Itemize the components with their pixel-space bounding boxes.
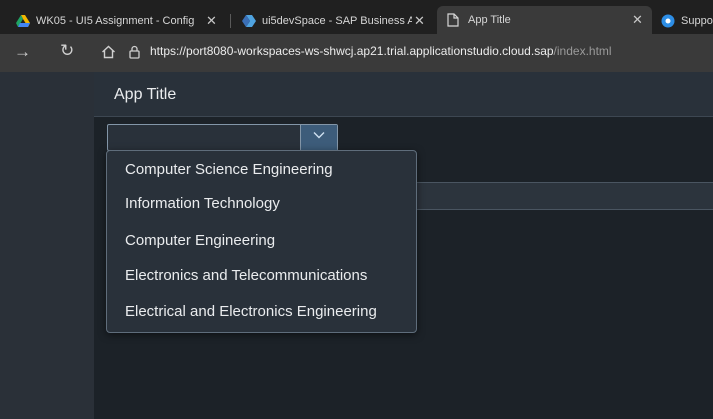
home-icon[interactable]: [101, 45, 116, 59]
tab-title: WK05 - UI5 Assignment - Config: [36, 14, 195, 27]
browser-tab-active[interactable]: App Title ✕: [437, 6, 652, 34]
support-icon: [661, 14, 675, 27]
list-item[interactable]: Information Technology: [125, 195, 280, 212]
side-panel: [0, 72, 94, 419]
close-icon[interactable]: ✕: [632, 12, 643, 28]
browser-tab[interactable]: WK05 - UI5 Assignment - Config ✕: [6, 7, 232, 34]
lock-icon[interactable]: [129, 45, 140, 59]
browser-toolbar: → ↻ https://port8080-workspaces-ws-shwcj…: [0, 34, 713, 72]
list-item[interactable]: Electrical and Electronics Engineering: [125, 303, 377, 320]
tab-title: App Title: [468, 14, 511, 26]
browser-tab[interactable]: ui5devSpace - SAP Business App ✕: [234, 7, 434, 34]
dropdown-list: Computer Science Engineering Information…: [106, 150, 417, 333]
url-host: https://port8080-workspaces-ws-shwcj.ap2…: [150, 44, 554, 58]
browser-tab[interactable]: Suppo: [655, 7, 713, 34]
page-icon: [447, 13, 459, 27]
drive-icon: [16, 14, 30, 27]
tab-separator: [230, 14, 231, 28]
tab-title: ui5devSpace - SAP Business App: [262, 14, 412, 27]
sap-bas-icon: [242, 14, 256, 27]
tab-title: Suppo: [681, 14, 713, 27]
address-bar[interactable]: https://port8080-workspaces-ws-shwcj.ap2…: [150, 44, 612, 58]
forward-icon[interactable]: →: [14, 42, 31, 62]
list-item[interactable]: Computer Engineering: [125, 232, 275, 249]
list-item[interactable]: Computer Science Engineering: [125, 161, 333, 178]
chevron-down-icon: [313, 132, 325, 139]
dropdown-button[interactable]: [300, 125, 337, 150]
app-header: App Title: [94, 72, 713, 117]
table-header: [394, 182, 713, 210]
refresh-icon[interactable]: ↻: [60, 41, 74, 61]
list-item[interactable]: Electronics and Telecommunications: [125, 267, 367, 284]
close-icon[interactable]: ✕: [206, 13, 217, 29]
page-title: App Title: [114, 86, 177, 103]
close-icon[interactable]: ✕: [414, 13, 425, 29]
browser-tab-strip: WK05 - UI5 Assignment - Config ✕ ui5devS…: [0, 0, 713, 34]
url-path: /index.html: [553, 44, 612, 58]
